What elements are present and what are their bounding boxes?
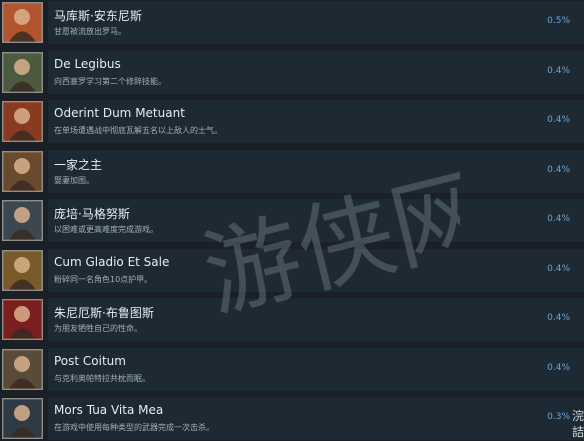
achievement-description: 以困难或更高难度完成游戏。	[54, 225, 158, 234]
patriarch-portrait-icon	[2, 151, 43, 192]
achievement-row[interactable]: Cum Gladio Et Sale 粉碎同一名角色10点护甲。 0.4%	[0, 248, 584, 293]
unlock-percentage: 0.5%	[547, 16, 570, 26]
unlock-percentage: 0.4%	[547, 363, 570, 373]
achievement-card: 庞培·马格努斯以困难或更高难度完成游戏。 0.4%	[48, 199, 584, 242]
achievement-card: De Legibus 向西塞罗学习第二个修辞技能。 0.4%	[48, 51, 584, 94]
cloaked-figure-icon	[2, 299, 43, 340]
achievement-description: 向西塞罗学习第二个修辞技能。	[54, 77, 166, 86]
achievement-row[interactable]: Mors Tua Vita Mea 在游戏中使用每种类型的武器完成一次击杀。 0.3…	[0, 396, 584, 441]
achievement-description: 甘愿被流放出罗马。	[54, 27, 126, 36]
general-portrait-icon	[2, 2, 43, 43]
achievement-title: Cum Gladio Et Sale	[54, 255, 170, 269]
achievement-row[interactable]: De Legibus 向西塞罗学习第二个修辞技能。 0.4%	[0, 50, 584, 95]
achievement-row[interactable]: Oderint Dum Metuant 在单场遭遇战中彻底瓦解五名以上敌人的士气。…	[0, 99, 584, 144]
unlock-percentage: 0.4%	[547, 264, 570, 274]
unlock-percentage: 0.4%	[547, 214, 570, 224]
unlock-percentage: 0.3%	[547, 412, 570, 422]
achievement-title: De Legibus	[54, 57, 121, 71]
achievement-card: Oderint Dum Metuant 在单场遭遇战中彻底瓦解五名以上敌人的士气。…	[48, 100, 584, 143]
orator-portrait-icon	[2, 52, 43, 93]
unlock-percentage: 0.4%	[547, 115, 570, 125]
achievement-card: Cum Gladio Et Sale 粉碎同一名角色10点护甲。 0.4%	[48, 249, 584, 292]
achievement-card: Mors Tua Vita Mea 在游戏中使用每种类型的武器完成一次击杀。 0.3…	[48, 397, 584, 440]
clipped-edge-text: 詰	[571, 425, 584, 439]
achievement-description: 为朋友牺牲自己的性命。	[54, 324, 142, 333]
gladiator-portrait-icon	[2, 250, 43, 291]
achievement-row[interactable]: 一家之主娶妻加图。 0.4%	[0, 149, 584, 194]
legionary-portrait-icon	[2, 200, 43, 241]
achievement-card: 马库斯·安东尼斯甘愿被流放出罗马。 0.5%	[48, 1, 584, 44]
achievement-card: Post Coitum 与克利奥帕特拉共枕而眠。 0.4%	[48, 348, 584, 391]
achievement-title: Oderint Dum Metuant	[54, 106, 185, 120]
achievement-description: 在游戏中使用每种类型的武器完成一次击杀。	[54, 423, 214, 432]
achievement-description: 娶妻加图。	[54, 176, 94, 185]
achievement-description: 在单场遭遇战中彻底瓦解五名以上敌人的士气。	[54, 126, 222, 135]
achievement-card: 一家之主娶妻加图。 0.4%	[48, 150, 584, 193]
achievement-row[interactable]: 马库斯·安东尼斯甘愿被流放出罗马。 0.5%	[0, 0, 584, 45]
achievement-row[interactable]: 朱尼厄斯·布鲁图斯为朋友牺牲自己的性命。 0.4%	[0, 297, 584, 342]
queen-portrait-icon	[2, 349, 43, 390]
achievement-card: 朱尼厄斯·布鲁图斯为朋友牺牲自己的性命。 0.4%	[48, 298, 584, 341]
achievement-title: Post Coitum	[54, 354, 126, 368]
unlock-percentage: 0.4%	[547, 313, 570, 323]
clipped-edge-text: 浣	[571, 409, 584, 423]
achievement-row[interactable]: Post Coitum 与克利奥帕特拉共枕而眠。 0.4%	[0, 347, 584, 392]
achievement-description: 粉碎同一名角色10点护甲。	[54, 275, 153, 284]
warrior-portrait-icon	[2, 101, 43, 142]
achievement-row[interactable]: 庞培·马格努斯以困难或更高难度完成游戏。 0.4%	[0, 198, 584, 243]
unlock-percentage: 0.4%	[547, 165, 570, 175]
achievement-title: 马库斯·安东尼斯	[54, 9, 142, 23]
achievement-title: 朱尼厄斯·布鲁图斯	[54, 306, 154, 320]
achievement-title: Mors Tua Vita Mea	[54, 403, 164, 417]
achievement-description: 与克利奥帕特拉共枕而眠。	[54, 374, 150, 383]
unlock-percentage: 0.4%	[547, 66, 570, 76]
achievement-title: 庞培·马格努斯	[54, 207, 130, 221]
crossed-weapons-icon	[2, 398, 43, 439]
achievement-title: 一家之主	[54, 158, 103, 172]
